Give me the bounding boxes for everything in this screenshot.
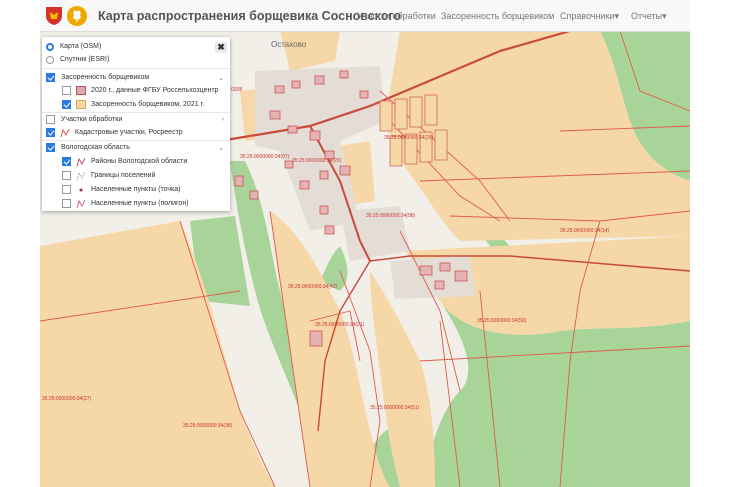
layer-label: Населенные пункты (полигон): [91, 200, 189, 207]
layer-label: Районы Вологодской области: [91, 158, 188, 165]
nav-reference-dropdown[interactable]: Справочники▾: [560, 11, 619, 22]
nav-treatment-areas[interactable]: Участки обработки: [357, 11, 436, 21]
nav-reports-dropdown[interactable]: Отчеты▾: [631, 11, 667, 22]
group-label: Участки обработки: [61, 116, 123, 123]
parcel-label: 35:25:0000000:34(21): [315, 322, 365, 328]
radio-osm[interactable]: [46, 42, 54, 51]
checkbox-2020[interactable]: [62, 86, 71, 95]
parcel-label: 35:25:0000000:34(38): [183, 423, 233, 429]
checkbox-infestation[interactable]: [46, 73, 55, 82]
radio-esri[interactable]: [46, 55, 54, 64]
nav-treatment-areas-label: Участки обработки: [357, 11, 436, 21]
layer-2021[interactable]: Засоренность борщевиком, 2021 г.: [62, 98, 204, 111]
basemap-option-esri[interactable]: Спутник (ESRI): [46, 53, 109, 66]
close-icon[interactable]: ✖: [215, 42, 227, 53]
checkbox-points[interactable]: [62, 185, 71, 194]
polygon-line-icon: [76, 199, 86, 208]
nav-reference-label: Справочники: [560, 11, 615, 21]
layer-borders[interactable]: Границы поселений: [62, 169, 155, 182]
place-label-ostakhovo: Остахово: [271, 40, 307, 49]
nav-infestation-label: Засоренность борщевиком: [441, 11, 555, 21]
parcel-label: 35:25:0000000:34(50): [477, 318, 527, 324]
page-title[interactable]: Карта распространения борщевика Сосновск…: [98, 9, 401, 23]
parcel-label: 35:25:0000000:34(29): [384, 135, 434, 141]
layer-label: 2020 г., данные ФГБУ Россельхозцентр: [91, 87, 219, 94]
chevron-down-icon[interactable]: ⌄: [218, 74, 224, 82]
nav-reports-label: Отчеты: [631, 11, 663, 21]
parcel-label: 35:25:0000000:34(98): [366, 213, 416, 219]
layer-points[interactable]: Населенные пункты (точка): [62, 183, 180, 196]
group-infestation[interactable]: Засоренность борщевиком ⌄: [46, 71, 230, 84]
parcel-label: 35:25:0000000:34(20): [292, 158, 342, 164]
basemap-option-osm[interactable]: Карта (OSM): [46, 40, 101, 53]
settlement-border-icon: [76, 171, 86, 180]
basemap-label: Спутник (ESRI): [60, 56, 110, 63]
layer-label: Населенные пункты (точка): [91, 186, 181, 193]
checkbox-vologda[interactable]: [46, 143, 55, 152]
parcel-label: 35:25:0000000:34(27): [42, 396, 92, 402]
parcel-label: 35:25:0000000:34(97): [240, 154, 290, 160]
chevron-down-icon[interactable]: ⌄: [218, 144, 224, 152]
layer-label: Границы поселений: [91, 172, 156, 179]
checkbox-cadastral[interactable]: [46, 128, 55, 137]
district-line-icon: [76, 157, 86, 166]
parcel-label: 0208: [231, 87, 243, 93]
chevron-down-icon: ▾: [614, 11, 620, 21]
swatch-2021: [76, 100, 86, 109]
layer-polygons[interactable]: Населенные пункты (полигон): [62, 197, 189, 210]
checkbox-polygons[interactable]: [62, 199, 71, 208]
layer-label: Засоренность борщевиком, 2021 г.: [91, 101, 205, 108]
basemap-label: Карта (OSM): [60, 43, 102, 50]
group-vologda[interactable]: Вологодская область ⌄: [46, 141, 230, 154]
parcel-label: 35:25:0000000:34(42): [288, 284, 338, 290]
navbar: Карта распространения борщевика Сосновск…: [40, 0, 690, 32]
point-icon: [79, 188, 83, 191]
layer-label: Кадастровые участки, Росреестр: [75, 129, 183, 136]
divider: [42, 68, 230, 69]
checkbox-borders[interactable]: [62, 171, 71, 180]
nav-infestation[interactable]: Засоренность борщевиком: [441, 11, 554, 21]
group-label: Засоренность борщевиком: [61, 74, 150, 81]
layer-districts[interactable]: Районы Вологодской области: [62, 155, 187, 168]
swatch-2020: [76, 86, 86, 95]
wheat-emblem-icon: [67, 5, 87, 26]
parcel-label: 35:25:0000000:34(14): [560, 228, 610, 234]
chevron-right-icon[interactable]: ›: [222, 116, 224, 123]
group-treatment[interactable]: Участки обработки ›: [46, 113, 230, 126]
parcel-line-icon: [60, 128, 70, 137]
group-label: Вологодская область: [61, 144, 130, 151]
layer-2020[interactable]: 2020 г., данные ФГБУ Россельхозцентр: [62, 84, 218, 97]
layers-panel: ✖ Карта (OSM) Спутник (ESRI) Засоренност…: [42, 37, 230, 211]
layer-cadastral[interactable]: Кадастровые участки, Росреестр: [46, 126, 183, 139]
checkbox-districts[interactable]: [62, 157, 71, 166]
app-frame: Карта распространения борщевика Сосновск…: [40, 0, 690, 487]
checkbox-2021[interactable]: [62, 100, 71, 109]
chevron-down-icon: ▾: [662, 11, 667, 21]
coat-of-arms-icon: [45, 6, 63, 26]
checkbox-treatment[interactable]: [46, 115, 55, 124]
parcel-label: 35:25:0000000:34(51): [370, 405, 420, 411]
